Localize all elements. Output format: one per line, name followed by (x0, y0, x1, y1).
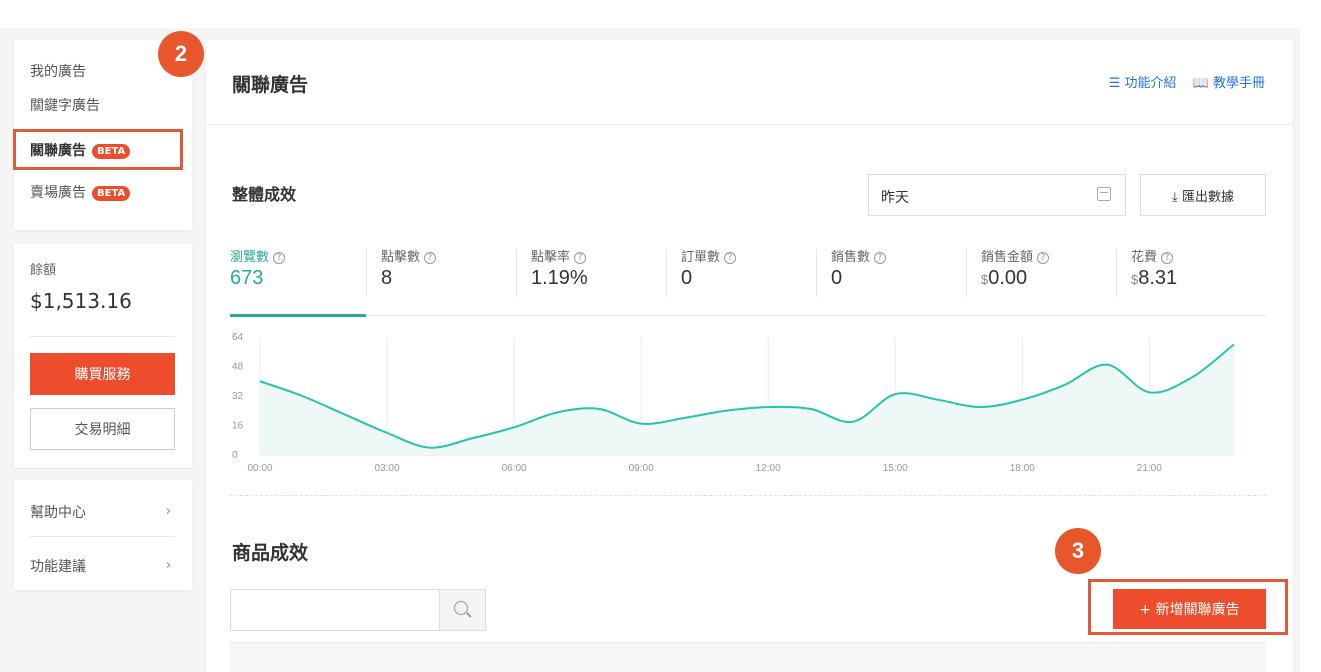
overall-performance-title: 整體成效 (232, 185, 297, 204)
help-icon: ? (1161, 252, 1174, 264)
tabs-baseline (230, 315, 1266, 316)
chart-x-tick-label: 09:00 (629, 463, 654, 474)
export-data-button[interactable]: ⤓ 匯出數據 (1140, 174, 1266, 216)
calendar-icon (1097, 187, 1111, 201)
metric-label: 瀏覽數 (230, 250, 270, 265)
chart-y-tick-label: 16 (232, 421, 244, 432)
metric-views[interactable]: 瀏覽數? 673 (230, 246, 286, 290)
metric-value: 673 (230, 267, 264, 289)
chevron-right-icon: › (165, 504, 171, 519)
tutorial-manual-link[interactable]: 📖 教學手冊 (1193, 76, 1265, 91)
help-label: 幫助中心 (30, 505, 86, 521)
product-performance-title: 商品成效 (232, 542, 309, 564)
help-label: 功能建議 (30, 559, 86, 575)
metric-value: 8.31 (1138, 267, 1178, 289)
buy-service-button[interactable]: 購買服務 (30, 353, 175, 395)
date-picker[interactable]: 昨天 (868, 174, 1126, 216)
step-marker-2: 2 (158, 31, 204, 77)
page-title: 關聯廣告 (232, 74, 309, 96)
metric-label: 訂單數 (681, 250, 721, 265)
help-icon: ? (574, 252, 587, 264)
chart-y-tick-label: 64 (232, 332, 244, 343)
metric-value: 0 (681, 267, 693, 289)
nav-label: 賣場廣告 (30, 185, 86, 201)
chevron-right-icon: › (165, 558, 171, 573)
header-links: ☰ 功能介紹 📖 教學手冊 (1109, 72, 1265, 91)
nav-shop-ads[interactable]: 賣場廣告 BETA (30, 183, 131, 203)
metric-value: 0 (831, 267, 843, 289)
highlight-box-related-ads (13, 129, 183, 170)
chart-y-tick-label: 0 (232, 450, 238, 461)
metric-value: 8 (381, 267, 393, 289)
export-label: 匯出數據 (1181, 189, 1234, 205)
product-table-header (230, 642, 1266, 672)
divider (516, 249, 517, 297)
metric-label: 銷售數 (831, 250, 871, 265)
metric-clicks[interactable]: 點擊數? 8 (381, 246, 437, 290)
metric-label: 銷售金額 (981, 250, 1034, 265)
chart-y-tick-label: 48 (232, 362, 244, 373)
book-icon: 📖 (1192, 76, 1213, 91)
metric-spend[interactable]: 花費? $8.31 (1131, 246, 1177, 290)
chart-x-tick-label: 18:00 (1010, 463, 1035, 474)
divider (366, 249, 367, 297)
chart-y-tick-label: 32 (232, 391, 244, 402)
metric-label: 點擊率 (531, 250, 571, 265)
help-icon: ? (874, 252, 887, 264)
chart-x-tick-label: 06:00 (502, 463, 527, 474)
nav-my-ads[interactable]: 我的廣告 (30, 62, 86, 82)
balance-label: 餘額 (30, 263, 57, 278)
balance-value: $1,513.16 (30, 289, 132, 313)
date-value: 昨天 (881, 190, 909, 206)
chart-area-fill (260, 344, 1234, 455)
divider (666, 249, 667, 297)
metric-items-sold[interactable]: 銷售數? 0 (831, 246, 887, 290)
divider (30, 336, 175, 337)
link-label: 功能介紹 (1124, 76, 1177, 91)
feature-suggestion-link[interactable]: 功能建議 › (30, 556, 175, 576)
help-icon: ? (273, 252, 286, 264)
chart-x-tick-label: 00:00 (247, 463, 272, 474)
nav-keyword-ads[interactable]: 關鍵字廣告 (30, 96, 100, 116)
transaction-details-button[interactable]: 交易明細 (30, 408, 175, 450)
divider (816, 249, 817, 297)
metric-orders[interactable]: 訂單數? 0 (681, 246, 737, 290)
link-label: 教學手冊 (1212, 76, 1265, 91)
metric-label: 點擊數 (381, 250, 421, 265)
metric-value: 0.00 (988, 267, 1028, 289)
help-icon: ? (1037, 252, 1050, 264)
metric-sales-amount[interactable]: 銷售金額? $0.00 (981, 246, 1050, 290)
nav-label: 我的廣告 (30, 64, 86, 80)
metric-label: 花費 (1131, 250, 1158, 265)
metric-value: 1.19% (531, 267, 588, 289)
product-search-input[interactable] (230, 589, 440, 631)
chart-x-tick-label: 03:00 (375, 463, 400, 474)
add-related-ad-button[interactable]: + 新增關聯廣告 (1113, 589, 1266, 629)
metric-ctr[interactable]: 點擊率? 1.19% (531, 246, 588, 290)
step-marker-3: 3 (1055, 528, 1101, 574)
nav-label: 關鍵字廣告 (30, 98, 100, 114)
divider (30, 536, 175, 537)
divider (1116, 249, 1117, 297)
search-button[interactable] (440, 589, 486, 631)
chart-x-tick-label: 21:00 (1137, 463, 1162, 474)
help-icon: ? (724, 252, 737, 264)
beta-badge: BETA (92, 186, 131, 201)
help-center-link[interactable]: 幫助中心 › (30, 502, 175, 522)
views-trend-chart: 00:00 03:00 06:00 09:00 12:00 15:00 18:00 21:00… (232, 332, 1235, 474)
feature-intro-link[interactable]: ☰ 功能介紹 (1109, 76, 1177, 91)
help-icon: ? (424, 252, 437, 264)
dashed-divider (230, 495, 1266, 496)
search-icon (454, 601, 468, 615)
divider (966, 249, 967, 297)
active-tab-indicator (230, 314, 366, 317)
download-icon: ⤓ (1172, 189, 1182, 205)
chart-x-tick-label: 12:00 (756, 463, 781, 474)
header-divider (206, 124, 1293, 125)
list-icon: ☰ (1108, 76, 1125, 91)
chart-x-tick-label: 15:00 (883, 463, 908, 474)
